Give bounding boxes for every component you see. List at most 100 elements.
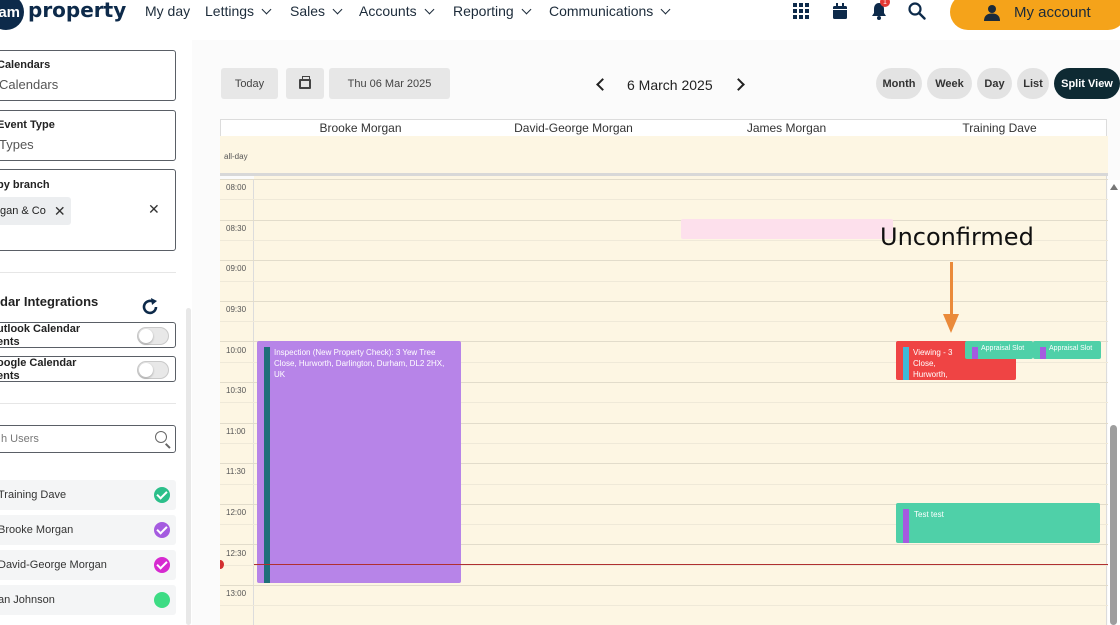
time-label: 09:00: [226, 264, 247, 273]
nav-lettings[interactable]: Lettings: [205, 3, 272, 19]
view-day-button[interactable]: Day: [977, 68, 1012, 99]
logo-text[interactable]: property: [28, 0, 126, 22]
google-toggle[interactable]: [137, 361, 169, 379]
printer-icon: [299, 75, 311, 89]
user-name: an Johnson: [0, 594, 55, 606]
column-header: James Morgan: [680, 119, 894, 137]
my-account-label: My account: [1014, 3, 1091, 21]
search-icon[interactable]: [155, 431, 167, 443]
user-row[interactable]: Brooke Morgan: [0, 515, 176, 545]
user-row[interactable]: an Johnson: [0, 585, 176, 615]
time-label: 09:30: [226, 305, 247, 314]
branch-chip: gan & Co ✕: [0, 197, 71, 225]
event-type-filter[interactable]: Event Type Types: [0, 110, 176, 161]
calendars-filter-title: Calendars: [0, 59, 51, 71]
event-appraisal-slot[interactable]: Appraisal Slot: [1033, 341, 1101, 359]
event-stripe: [903, 509, 909, 543]
chevron-down-icon: [332, 4, 343, 14]
user-name: Brooke Morgan: [0, 524, 74, 536]
clear-branch-icon[interactable]: ✕: [148, 202, 160, 216]
event-stripe: [972, 347, 978, 359]
integrations-title: dar Integrations: [0, 294, 99, 309]
day-column[interactable]: [680, 136, 894, 625]
view-week-button[interactable]: Week: [927, 68, 972, 99]
top-navigation: am property My day Lettings Sales Accoun…: [0, 0, 1120, 40]
view-list-button[interactable]: List: [1017, 68, 1049, 99]
my-account-button[interactable]: My account: [950, 0, 1120, 30]
time-label: 11:00: [226, 427, 246, 436]
remove-chip-icon[interactable]: ✕: [54, 204, 66, 218]
user-row[interactable]: Training Dave: [0, 480, 176, 510]
nav-my-day[interactable]: My day: [145, 3, 190, 19]
grid-line: [220, 219, 1108, 221]
time-label: 12:30: [226, 549, 247, 558]
user-name: Training Dave: [0, 489, 67, 501]
calendars-filter[interactable]: Calendars Calendars: [0, 50, 176, 101]
nav-communications[interactable]: Communications: [549, 3, 671, 19]
refresh-icon[interactable]: [140, 297, 160, 317]
event-inspection[interactable]: Inspection (New Property Check): 3 Yew T…: [257, 341, 461, 583]
grid-line: [220, 321, 1108, 323]
event-test[interactable]: Test test: [896, 503, 1100, 543]
all-day-label: all-day: [224, 152, 248, 161]
event-title: Appraisal Slot: [1049, 345, 1093, 352]
event-title: Appraisal Slot: [981, 345, 1025, 352]
outlook-integration-row: utlook Calendar ents: [0, 322, 176, 348]
calendar-icon[interactable]: [829, 0, 851, 22]
time-label: 12:00: [226, 508, 247, 517]
sidebar: Calendars Calendars Event Type Types by …: [0, 40, 192, 625]
day-column[interactable]: [467, 136, 681, 625]
check-icon[interactable]: [154, 487, 170, 503]
chevron-down-icon: [521, 4, 532, 14]
check-icon[interactable]: [154, 522, 170, 538]
sidebar-scrollbar[interactable]: [186, 308, 191, 625]
outlook-integration-label: utlook Calendar ents: [0, 323, 81, 348]
today-button[interactable]: Today: [221, 68, 278, 99]
gutter-header: [220, 119, 255, 137]
event-stripe: [1040, 347, 1046, 359]
all-day-row[interactable]: all-day: [220, 136, 1108, 176]
unconfirmed-annotation: Unconfirmed: [880, 223, 1034, 251]
color-dot-icon[interactable]: [154, 592, 170, 608]
search-users-input[interactable]: [0, 426, 137, 452]
event-pink-slot[interactable]: [681, 219, 893, 239]
view-split-button[interactable]: Split View: [1054, 68, 1120, 99]
sidebar-divider: [0, 403, 176, 404]
event-title: Viewing - 3 Close, Hurworth, Darlington,…: [913, 348, 953, 379]
event-type-filter-title: Event Type: [0, 119, 55, 131]
time-label: 10:30: [226, 386, 247, 395]
nav-reporting[interactable]: Reporting: [453, 3, 532, 19]
event-type-filter-value: Types: [0, 137, 34, 152]
time-label: 08:30: [226, 224, 247, 233]
nav-accounts[interactable]: Accounts: [359, 3, 435, 19]
logo-mark[interactable]: am: [0, 0, 24, 30]
event-appraisal-slot[interactable]: Appraisal Slot: [965, 341, 1033, 359]
outlook-toggle[interactable]: [137, 327, 169, 345]
calendar-title: 6 March 2025: [627, 77, 713, 93]
calendars-filter-value: Calendars: [0, 77, 59, 92]
nav-sales[interactable]: Sales: [290, 3, 343, 19]
sidebar-divider: [0, 272, 176, 273]
apps-grid-icon[interactable]: [790, 0, 812, 22]
user-row[interactable]: David-George Morgan: [0, 550, 176, 580]
time-label: 10:00: [226, 346, 247, 355]
user-icon: [984, 4, 1000, 21]
day-column[interactable]: [893, 136, 1107, 625]
view-month-button[interactable]: Month: [876, 68, 922, 99]
column-header: Training Dave: [893, 119, 1107, 137]
chevron-down-icon: [261, 4, 272, 14]
scroll-up-icon[interactable]: [1110, 184, 1118, 190]
current-time-line: [254, 564, 1108, 565]
google-integration-row: oogle Calendar ents: [0, 356, 176, 382]
branch-filter-title: by branch: [0, 179, 50, 191]
search-icon[interactable]: [906, 0, 928, 22]
check-icon[interactable]: [154, 557, 170, 573]
chevron-down-icon: [660, 4, 671, 14]
event-title: Test test: [914, 510, 944, 519]
date-picker[interactable]: Thu 06 Mar 2025: [329, 68, 450, 99]
event-stripe: [903, 347, 909, 380]
scroll-thumb[interactable]: [1110, 425, 1117, 625]
bell-icon[interactable]: 1: [868, 0, 890, 22]
chevron-down-icon: [424, 4, 435, 14]
print-button[interactable]: [286, 68, 324, 99]
